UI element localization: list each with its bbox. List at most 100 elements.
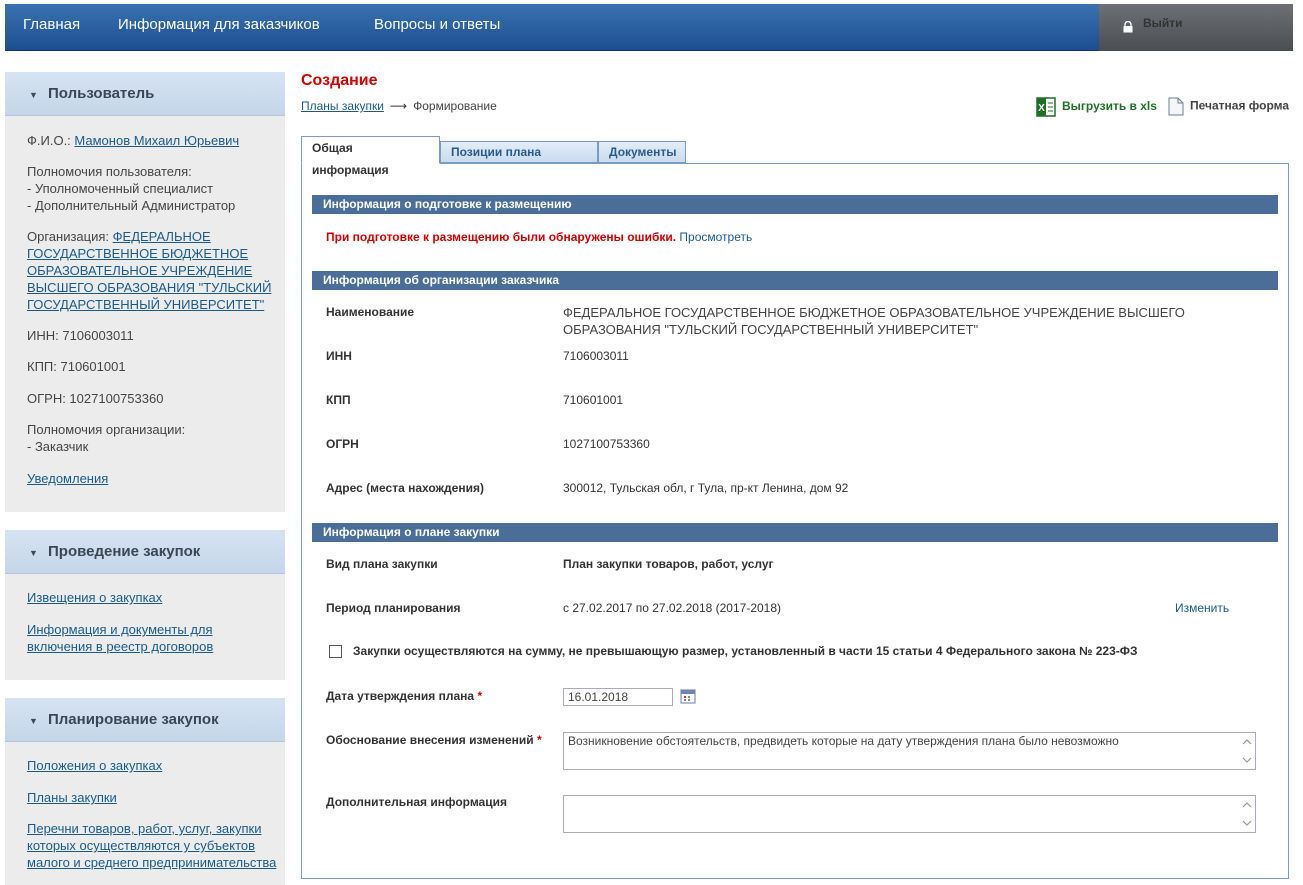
sme-lists-link-l2[interactable]: которых осуществляются у субъектов — [27, 838, 255, 853]
period-value: с 27.02.2017 по 27.02.2018 (2017-2018) — [563, 601, 782, 615]
org-name-line1: ФЕДЕРАЛЬНОЕ ГОСУДАРСТВЕННОЕ БЮДЖЕТНОЕ ОБ… — [563, 305, 1185, 320]
user-fio-link[interactable]: Мамонов Михаил Юрьевич — [74, 133, 239, 148]
required-mark: * — [477, 689, 483, 703]
collapse-arrow-icon: ▼ — [29, 548, 38, 558]
required-mark: * — [537, 733, 542, 747]
top-navigation-bar: Главная Информация для заказчиков Вопрос… — [5, 4, 1293, 51]
planning-panel-header[interactable]: ▼ Планирование закупок — [5, 698, 285, 742]
section-prep-header: Информация о подготовке к размещению — [312, 195, 1278, 214]
org-name-line2: ОБРАЗОВАНИЯ "ТУЛЬСКИЙ ГОСУДАРСТВЕННЫЙ УН… — [563, 322, 979, 337]
extra-info-label: Дополнительная информация — [326, 795, 507, 809]
inn-value: 7106003011 — [563, 349, 629, 363]
document-icon — [1168, 97, 1184, 116]
org-link-line4[interactable]: ВЫСШЕГО ОБРАЗОВАНИЯ "ТУЛЬСКИЙ — [27, 280, 271, 295]
logout-label: Выйти — [1143, 16, 1183, 30]
notices-link[interactable]: Извещения о закупках — [27, 590, 162, 605]
fio-label: Ф.И.О.: — [27, 133, 75, 148]
kpp-value: 710601001 — [563, 393, 624, 407]
notifications-link[interactable]: Уведомления — [27, 471, 108, 486]
tab-general-info[interactable]: Общая информация — [301, 136, 440, 177]
export-xls-button[interactable]: X Выгрузить в xls — [1036, 97, 1157, 117]
tab-plan-positions[interactable]: Позиции плана закупки — [440, 141, 598, 179]
breadcrumb-current: Формирование — [413, 99, 497, 113]
sidebar-item-plans: Планы закупки — [27, 789, 117, 806]
breadcrumb-separator: ⟶ — [389, 99, 408, 113]
user-panel-header[interactable]: ▼ Пользователь — [5, 72, 285, 116]
inn-label: ИНН — [326, 349, 352, 363]
period-label: Период планирования — [326, 601, 461, 615]
user-kpp: КПП: 710601001 — [27, 359, 126, 374]
org-label: Организация: — [27, 229, 113, 244]
excel-icon: X — [1036, 97, 1056, 117]
tab-documents[interactable]: Документы — [598, 141, 686, 163]
reason-textarea[interactable]: Возникновение обстоятельств, предвидеть … — [563, 732, 1256, 770]
planning-panel-title: Планирование закупок — [48, 711, 219, 728]
extra-info-textarea[interactable] — [563, 795, 1256, 833]
nav-customer-info[interactable]: Информация для заказчиков — [118, 16, 320, 33]
error-message: При подготовке к размещению были обнаруж… — [326, 230, 752, 244]
plans-link[interactable]: Планы закупки — [27, 790, 117, 805]
contract-docs-link-l1[interactable]: Информация и документы для — [27, 622, 213, 637]
address-label: Адрес (места нахождения) — [326, 481, 484, 495]
org-link-line1[interactable]: ФЕДЕРАЛЬНОЕ — [113, 229, 211, 244]
svg-text:X: X — [1038, 103, 1045, 114]
print-form-label: Печатная форма — [1190, 98, 1290, 113]
procurement-panel: ▼ Проведение закупок Извещения о закупка… — [5, 530, 285, 680]
export-xls-label: Выгрузить в xls — [1062, 99, 1157, 114]
calendar-icon[interactable] — [680, 688, 696, 704]
page-title: Создание — [301, 72, 378, 89]
breadcrumb-plans-link[interactable]: Планы закупки — [301, 99, 384, 113]
procurement-panel-header[interactable]: ▼ Проведение закупок — [5, 530, 285, 574]
approval-date-input[interactable]: 16.01.2018 — [563, 688, 673, 706]
plan-type-label: Вид плана закупки — [326, 557, 438, 571]
error-text: При подготовке к размещению были обнаруж… — [326, 230, 677, 244]
address-value: 300012, Тульская обл, г Тула, пр-кт Лени… — [563, 481, 849, 495]
sidebar-item-contract-docs: Информация и документы для включения в р… — [27, 621, 213, 655]
org-perm-title: Полномочия организации: — [27, 422, 186, 437]
org-perm-1: - Заказчик — [27, 439, 89, 454]
org-link-line5[interactable]: ГОСУДАРСТВЕННЫЙ УНИВЕРСИТЕТ" — [27, 297, 264, 312]
contract-docs-link-l2[interactable]: включения в реестр договоров — [27, 639, 213, 654]
plan-type-value: План закупки товаров, работ, услуг — [563, 557, 774, 571]
user-panel-title: Пользователь — [48, 85, 155, 102]
user-fio: Ф.И.О.: Мамонов Михаил Юрьевич — [27, 132, 239, 149]
sidebar-item-regulations: Положения о закупках — [27, 757, 162, 774]
collapse-arrow-icon: ▼ — [29, 716, 38, 726]
reason-label: Обоснование внесения изменений * — [326, 733, 542, 747]
kpp-label: КПП — [326, 393, 351, 407]
user-panel: ▼ Пользователь Ф.И.О.: Мамонов Михаил Юр… — [5, 72, 285, 512]
small-amount-checkbox-label: Закупки осуществляются на сумму, не прев… — [353, 644, 1138, 658]
nav-home[interactable]: Главная — [23, 16, 80, 33]
org-link-line3[interactable]: ОБРАЗОВАТЕЛЬНОЕ УЧРЕЖДЕНИЕ — [27, 263, 252, 278]
org-name-label: Наименование — [326, 305, 415, 319]
reason-textarea-value: Возникновение обстоятельств, предвидеть … — [568, 734, 1119, 748]
sme-lists-link-l3[interactable]: малого и среднего предпринимательства — [27, 855, 276, 870]
scroll-arrows-icon[interactable] — [1241, 799, 1253, 829]
collapse-arrow-icon: ▼ — [29, 90, 38, 100]
ogrn-value: 1027100753360 — [563, 437, 650, 451]
user-perm-title: Полномочия пользователя: — [27, 164, 192, 179]
change-period-link[interactable]: Изменить — [1175, 601, 1229, 615]
planning-panel: ▼ Планирование закупок Положения о закуп… — [5, 698, 285, 885]
sme-lists-link-l1[interactable]: Перечни товаров, работ, услуг, закупки — [27, 821, 261, 836]
org-link-line2[interactable]: ГОСУДАРСТВЕННОЕ БЮДЖЕТНОЕ — [27, 246, 248, 261]
ogrn-label: ОГРН — [326, 437, 359, 451]
view-errors-link[interactable]: Просмотреть — [679, 230, 752, 244]
sidebar-item-sme-lists: Перечни товаров, работ, услуг, закупки к… — [27, 820, 276, 871]
print-form-button[interactable]: Печатная форма — [1168, 97, 1289, 116]
approval-date-label: Дата утверждения плана * — [326, 689, 482, 703]
regulations-link[interactable]: Положения о закупках — [27, 758, 162, 773]
breadcrumb: Планы закупки ⟶ Формирование — [301, 99, 497, 113]
small-amount-checkbox[interactable] — [329, 645, 342, 658]
notifications-item: Уведомления — [27, 470, 108, 487]
logout-button[interactable]: Выйти — [1099, 4, 1293, 51]
user-ogrn: ОГРН: 1027100753360 — [27, 391, 164, 406]
user-perm-2: - Дополнительный Администратор — [27, 198, 236, 213]
org-block: Организация: ФЕДЕРАЛЬНОЕ ГОСУДАРСТВЕННОЕ… — [27, 228, 271, 313]
section-org-header: Информация об организации заказчика — [312, 271, 1278, 290]
nav-faq[interactable]: Вопросы и ответы — [374, 16, 500, 33]
section-plan-header: Информация о плане закупки — [312, 523, 1278, 542]
sidebar-item-notices: Извещения о закупках — [27, 589, 162, 606]
scroll-arrows-icon[interactable] — [1241, 736, 1253, 766]
reason-label-text: Обоснование внесения изменений — [326, 733, 534, 747]
